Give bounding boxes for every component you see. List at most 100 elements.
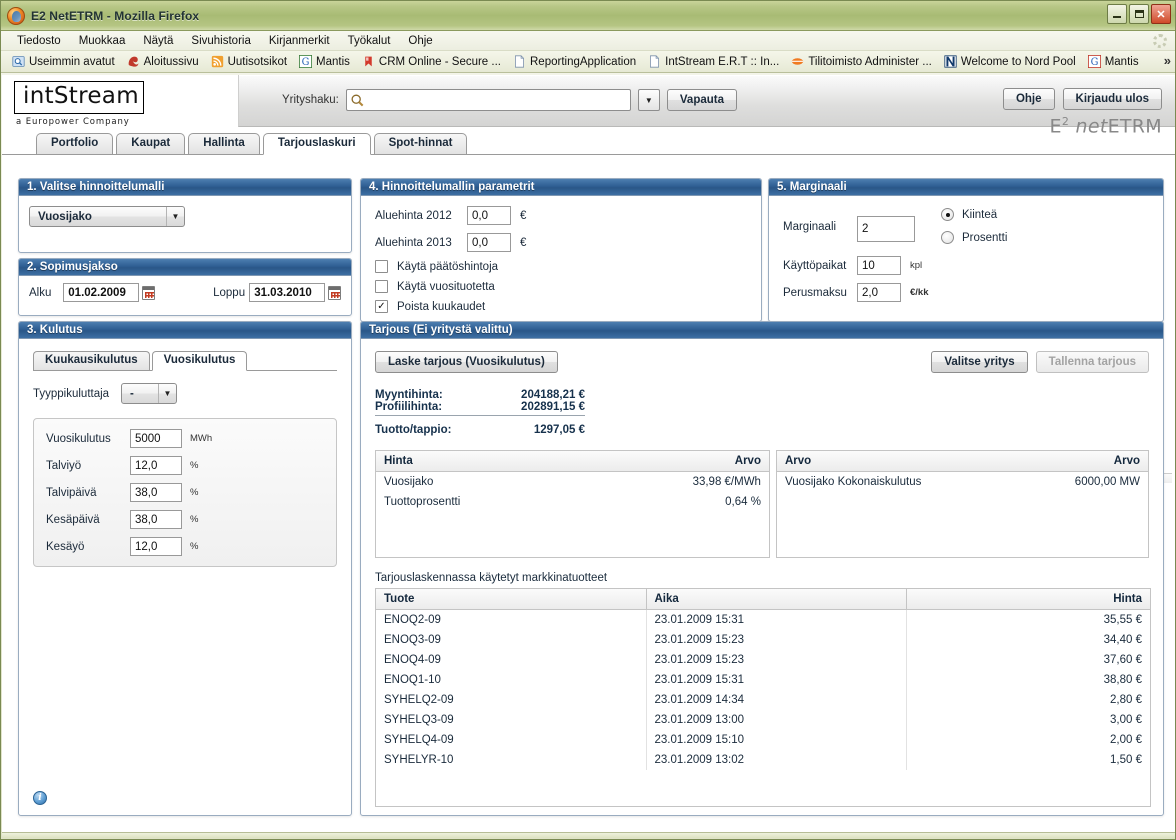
select-company-button[interactable]: Valitse yritys [931, 351, 1028, 373]
subtab-kuukausikulutus[interactable]: Kuukausikulutus [33, 351, 150, 370]
checkbox-row-paatoshintoja[interactable]: Käytä päätöshintoja [375, 260, 747, 273]
field-label: Talviyö [46, 459, 82, 472]
intstream-logo: intStream a Europower Company [14, 81, 144, 127]
info-icon[interactable]: i [33, 791, 47, 805]
table-row[interactable]: SYHELYR-10 23.01.2009 13:02 1,50 € [376, 750, 1150, 770]
radio-row-prosentti[interactable]: Prosentti [941, 231, 1007, 244]
tab-spot-hinnat[interactable]: Spot-hinnat [373, 133, 468, 154]
vuosikulutus-input[interactable] [130, 429, 182, 448]
maximize-button[interactable] [1129, 4, 1149, 24]
field-unit: % [190, 460, 199, 471]
checkbox-poista-kuukaudet[interactable]: ✓ [375, 300, 388, 313]
subtab-vuosikulutus[interactable]: Vuosikulutus [151, 351, 248, 371]
bookmark-aloitussivu[interactable]: Aloitussivu [122, 54, 204, 69]
firefox-icon [7, 6, 25, 25]
calendar-icon[interactable] [142, 285, 156, 300]
bookmark-nord-pool[interactable]: Welcome to Nord Pool [939, 54, 1081, 69]
svg-text:G: G [302, 57, 310, 68]
table-row[interactable]: Tuottoprosentti 0,64 % [376, 492, 769, 512]
table-row[interactable]: ENOQ2-09 23.01.2009 15:31 35,55 € [376, 609, 1150, 630]
cell-product: SYHELYR-10 [384, 754, 454, 766]
checkbox-kayta-vuosituotetta[interactable] [375, 280, 388, 293]
table-row[interactable]: ENOQ3-09 23.01.2009 15:23 34,40 € [376, 630, 1150, 650]
field-label: Vuosikulutus [46, 432, 111, 445]
checkbox-row-vuosituotetta[interactable]: Käytä vuosituotetta [375, 280, 747, 293]
logout-button[interactable]: Kirjaudu ulos [1062, 88, 1162, 110]
aluehinta-2013-input[interactable] [467, 233, 511, 252]
table-row[interactable]: Vuosijako Kokonaiskulutus 6000,00 MW [777, 472, 1148, 493]
company-search-row: Yrityshaku: ▼ Vapauta [282, 89, 737, 111]
table-row[interactable]: ENOQ1-10 23.01.2009 15:31 38,80 € [376, 670, 1150, 690]
checkbox-kayta-paatoshintoja[interactable] [375, 260, 388, 273]
calculate-offer-button[interactable]: Laske tarjous (Vuosikulutus) [375, 351, 558, 373]
start-date-input[interactable] [63, 283, 140, 302]
logo-text: intStream [14, 81, 144, 114]
field-label: Kesäpäivä [46, 513, 100, 526]
bookmark-reportingapplication[interactable]: ReportingApplication [508, 54, 641, 69]
main-navigation-tabs: Portfolio Kaupat Hallinta Tarjouslaskuri… [2, 115, 1175, 155]
checkbox-row-poista-kuukaudet[interactable]: ✓ Poista kuukaudet [375, 300, 747, 313]
marginaali-input[interactable] [857, 216, 915, 242]
bookmark-crm-online[interactable]: CRM Online - Secure ... [357, 54, 506, 69]
tab-portfolio[interactable]: Portfolio [36, 133, 114, 154]
help-button[interactable]: Ohje [1002, 88, 1055, 110]
field-talviyo: Talviyö % [46, 456, 324, 475]
cell-time: 23.01.2009 15:23 [645, 630, 906, 650]
end-date-input[interactable] [249, 283, 326, 302]
radio-prosentti[interactable] [941, 231, 954, 244]
table-header-row: Arvo Arvo [776, 451, 1148, 472]
kesayo-input[interactable] [130, 537, 182, 556]
company-search-input[interactable] [364, 93, 615, 107]
cell-price: 38,80 € [905, 670, 1150, 690]
bookmarks-overflow-button[interactable]: » [1164, 53, 1171, 68]
menu-ohje[interactable]: Ohje [400, 33, 440, 49]
bookmark-uutisotsikot[interactable]: Uutisotsikot [206, 54, 292, 69]
company-search-dropdown-button[interactable]: ▼ [637, 89, 660, 111]
bookmark-useimmin-avatut[interactable]: Useimmin avatut [7, 54, 120, 69]
menu-tyokalut[interactable]: Työkalut [340, 33, 399, 49]
bookmark-mantis-2[interactable]: G Mantis [1083, 54, 1144, 69]
menu-muokkaa[interactable]: Muokkaa [71, 33, 134, 49]
field-vuosikulutus: Vuosikulutus MWh [46, 429, 324, 448]
tab-hallinta[interactable]: Hallinta [188, 133, 260, 154]
close-button[interactable]: ✕ [1151, 4, 1171, 24]
radio-kiintea[interactable] [941, 208, 954, 221]
menu-kirjanmerkit[interactable]: Kirjanmerkit [261, 33, 338, 49]
cell-value: 0,64 % [725, 496, 761, 508]
release-button[interactable]: Vapauta [666, 89, 737, 111]
table-row[interactable]: Vuosijako 33,98 €/MWh [376, 472, 769, 493]
table-row[interactable]: ENOQ4-09 23.01.2009 15:23 37,60 € [376, 650, 1150, 670]
cell-value: 6000,00 MW [1074, 476, 1140, 488]
bookmark-mantis-1[interactable]: G Mantis [294, 54, 355, 69]
tab-kaupat[interactable]: Kaupat [116, 133, 186, 154]
talviyo-input[interactable] [130, 456, 182, 475]
perusmaksu-input[interactable] [857, 283, 901, 302]
calendar-icon[interactable] [328, 285, 342, 300]
window-titlebar: E2 NetETRM - Mozilla Firefox ✕ [1, 1, 1175, 31]
company-search-field[interactable] [345, 89, 631, 111]
menu-sivuhistoria[interactable]: Sivuhistoria [183, 33, 258, 49]
minimize-button[interactable] [1107, 4, 1127, 24]
field-unit: % [190, 487, 199, 498]
type-consumer-select[interactable]: - ▼ [121, 383, 177, 404]
cell-time: 23.01.2009 13:00 [645, 710, 906, 730]
bookmark-intstream-ert[interactable]: IntStream E.R.T :: In... [643, 54, 784, 69]
menu-tiedosto[interactable]: Tiedosto [9, 33, 69, 49]
tab-tarjouslaskuri[interactable]: Tarjouslaskuri [262, 133, 371, 155]
menu-bar: Tiedosto Muokkaa Näytä Sivuhistoria Kirj… [1, 31, 1175, 51]
kesapaiva-input[interactable] [130, 510, 182, 529]
cell-name: Vuosijako [384, 476, 434, 488]
aluehinta-2012-input[interactable] [467, 206, 511, 225]
cell-time: 23.01.2009 15:23 [645, 650, 906, 670]
products-caption: Tarjouslaskennassa käytetyt markkinatuot… [375, 572, 608, 584]
kayttopaikat-input[interactable] [857, 256, 901, 275]
bookmark-tilitoimisto-administer[interactable]: Tilitoimisto Administer ... [786, 54, 937, 69]
table-row[interactable]: SYHELQ3-09 23.01.2009 13:00 3,00 € [376, 710, 1150, 730]
table-row[interactable]: SYHELQ2-09 23.01.2009 14:34 2,80 € [376, 690, 1150, 710]
pricing-model-select[interactable]: Vuosijako ▼ [29, 206, 185, 227]
menu-nayta[interactable]: Näytä [135, 33, 181, 49]
table-row[interactable]: SYHELQ4-09 23.01.2009 15:10 2,00 € [376, 730, 1150, 750]
web-page-content: intStream a Europower Company Yrityshaku… [2, 75, 1175, 833]
talvipaiva-input[interactable] [130, 483, 182, 502]
radio-row-kiintea[interactable]: Kiinteä [941, 208, 1007, 221]
